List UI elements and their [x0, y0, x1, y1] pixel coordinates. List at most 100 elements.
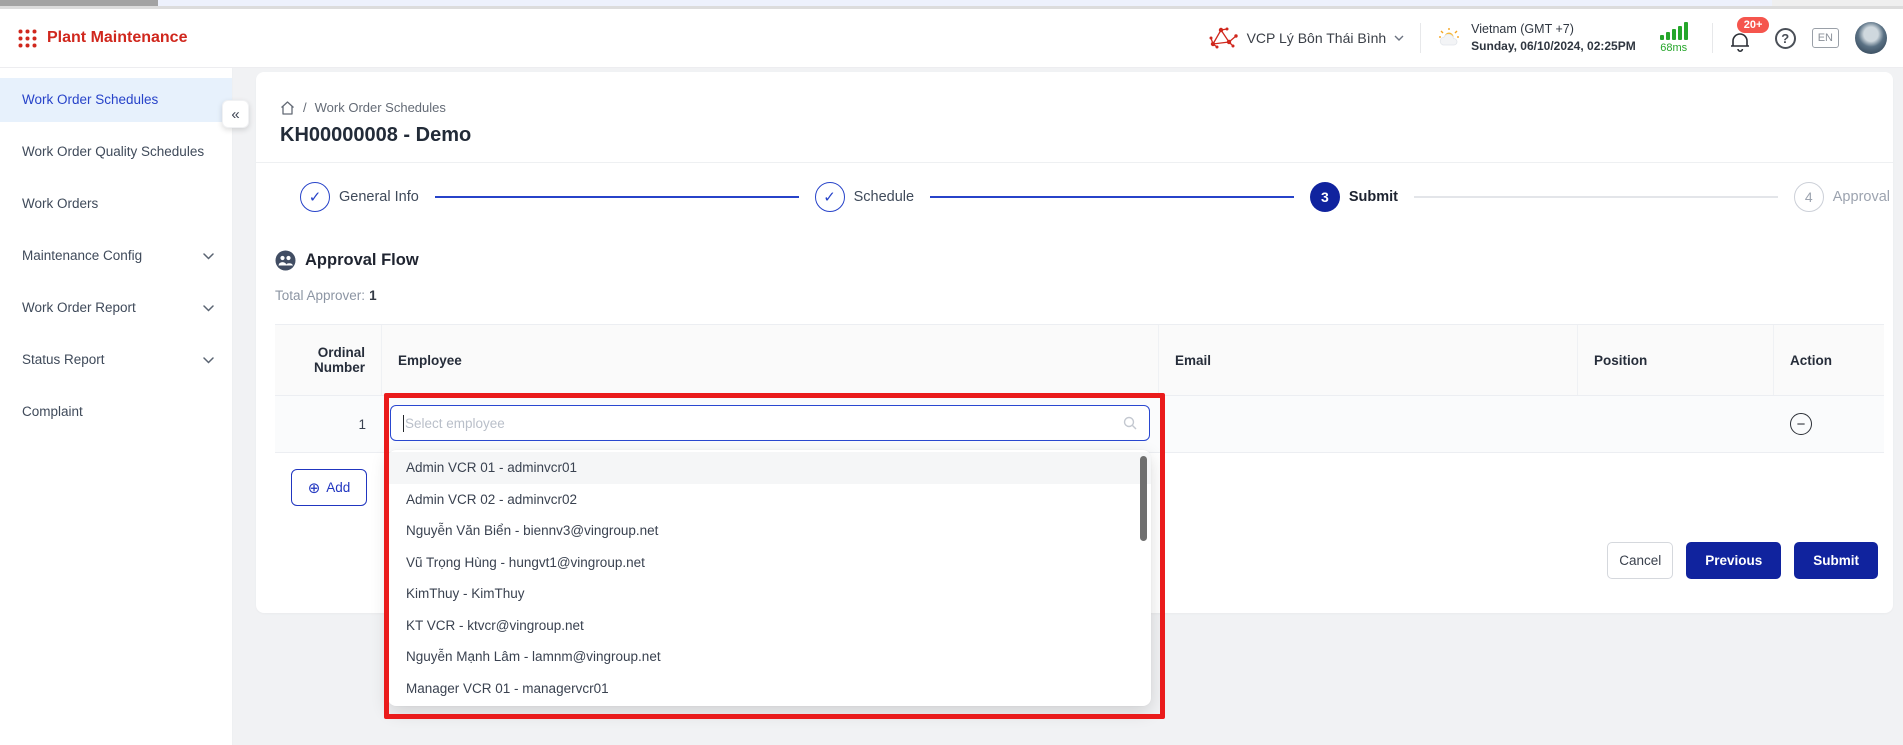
help-button[interactable]: ?	[1775, 28, 1796, 49]
employee-option-label: KT VCR - ktvcr@vingroup.net	[406, 618, 584, 633]
network-status: 68ms	[1652, 22, 1696, 54]
step-connector	[930, 196, 1294, 198]
employee-option[interactable]: Nguyễn Văn Biển - biennv3@vingroup.net	[388, 515, 1151, 547]
sidebar-item[interactable]: Work Order Quality Schedules	[0, 130, 232, 174]
submit-button[interactable]: Submit	[1794, 542, 1878, 579]
header-divider	[1420, 23, 1421, 53]
step-general-info[interactable]: ✓ General Info	[300, 182, 419, 212]
step-schedule[interactable]: ✓ Schedule	[815, 182, 914, 212]
notification-badge: 20+	[1737, 17, 1770, 33]
org-selector[interactable]: VCP Lý Bôn Thái Bình	[1209, 26, 1405, 50]
sidebar-collapse-button[interactable]: «	[222, 100, 249, 128]
employee-option-label: Nguyễn Văn Biển - biennv3@vingroup.net	[406, 523, 658, 538]
step-number-circle: 4	[1794, 182, 1824, 212]
question-mark-icon: ?	[1781, 31, 1789, 46]
sidebar-nav: Work Order Schedules Work Order Quality …	[0, 68, 233, 745]
chevron-down-icon	[203, 357, 214, 364]
bell-icon	[1729, 31, 1751, 55]
sidebar-item-label: Complaint	[22, 404, 83, 420]
sidebar-item[interactable]: Work Order Report	[0, 286, 232, 330]
step-label: Schedule	[854, 189, 914, 205]
step-connector	[1414, 196, 1778, 198]
step-submit[interactable]: 3 Submit	[1310, 182, 1398, 212]
weather-sun-cloud-icon	[1437, 27, 1463, 49]
employee-option[interactable]: Admin VCR 02 - adminvcr02	[388, 484, 1151, 516]
employee-option[interactable]: Admin VCR 01 - adminvcr01	[388, 452, 1151, 484]
breadcrumb-current[interactable]: Work Order Schedules	[315, 100, 446, 115]
employee-option-label: Nguyễn Mạnh Lâm - lamnm@vingroup.net	[406, 649, 661, 664]
app-title: Plant Maintenance	[47, 29, 187, 47]
employee-option-label: Admin VCR 01 - adminvcr01	[406, 460, 577, 475]
sidebar-item[interactable]: Complaint	[0, 390, 232, 434]
total-approver-label: Total Approver:	[275, 288, 365, 303]
cancel-button[interactable]: Cancel	[1607, 542, 1673, 579]
sidebar-item-label: Work Orders	[22, 196, 98, 212]
language-switcher[interactable]: EN	[1812, 28, 1839, 48]
chevron-down-icon	[203, 305, 214, 312]
section-title: Approval Flow	[305, 251, 419, 270]
app-window: Plant Maintenance VCP Lý Bôn Thái Bình	[0, 0, 1903, 745]
employee-option-label: Manager VCR 01 - managervcr01	[406, 681, 609, 696]
sidebar-item-label: Status Report	[22, 352, 105, 368]
check-circle-icon: ✓	[815, 182, 845, 212]
sidebar-item-label: Maintenance Config	[22, 248, 142, 264]
sidebar-item[interactable]: Maintenance Config	[0, 234, 232, 278]
employee-option[interactable]: KimThuy - KimThuy	[388, 578, 1151, 610]
dropdown-scrollbar[interactable]	[1140, 456, 1147, 541]
col-employee: Employee	[382, 325, 1159, 395]
check-circle-icon: ✓	[300, 182, 330, 212]
sidebar-item[interactable]: Work Orders	[0, 182, 232, 226]
signal-bars-icon	[1660, 22, 1688, 40]
employee-select-input[interactable]: Select employee	[390, 405, 1150, 441]
cell-ordinal: 1	[275, 396, 382, 452]
step-label: Approval	[1833, 189, 1890, 205]
sidebar-item-label: Work Order Quality Schedules	[22, 144, 204, 160]
grid-menu-icon[interactable]	[18, 29, 37, 48]
search-icon	[1123, 416, 1137, 430]
employee-option[interactable]: Manager VCR 01 - managervcr01	[388, 673, 1151, 705]
sidebar-item[interactable]: Status Report	[0, 338, 232, 382]
employee-option-label: Vũ Trọng Hùng - hungvt1@vingroup.net	[406, 555, 645, 570]
employee-option-label: Admin VCR 02 - adminvcr02	[406, 492, 577, 507]
total-approver-value: 1	[369, 288, 377, 303]
breadcrumb: / Work Order Schedules	[280, 100, 446, 115]
approval-flow-header: Approval Flow	[275, 250, 419, 271]
col-ordinal-number: Ordinal Number	[275, 325, 382, 395]
brand[interactable]: Plant Maintenance	[18, 29, 187, 48]
locale-region: Vietnam (GMT +7)	[1471, 21, 1636, 38]
latency-value: 68ms	[1660, 42, 1687, 54]
cell-action: −	[1774, 396, 1884, 452]
employee-option[interactable]: Nguyễn Mạnh Lâm - lamnm@vingroup.net	[388, 641, 1151, 673]
sidebar-item-label: Work Order Schedules	[22, 92, 158, 108]
sidebar-item-label: Work Order Report	[22, 300, 136, 316]
remove-row-button[interactable]: −	[1790, 413, 1812, 435]
breadcrumb-separator: /	[303, 100, 307, 115]
org-name: VCP Lý Bôn Thái Bình	[1247, 30, 1387, 46]
page-title: KH00000008 - Demo	[280, 124, 471, 147]
previous-button[interactable]: Previous	[1686, 542, 1781, 579]
select-placeholder: Select employee	[405, 416, 1123, 431]
notifications-button[interactable]: 20+	[1729, 21, 1759, 55]
step-label: Submit	[1349, 189, 1398, 205]
app-header: Plant Maintenance VCP Lý Bôn Thái Bình	[0, 9, 1903, 68]
minus-icon: −	[1797, 416, 1806, 433]
step-approval[interactable]: 4 Approval	[1794, 182, 1890, 212]
total-approver: Total Approver: 1	[275, 288, 377, 303]
wizard-stepper: ✓ General Info ✓ Schedule 3 Submit 4 App…	[300, 182, 1890, 212]
home-icon[interactable]	[280, 101, 295, 115]
add-button-label: Add	[326, 480, 350, 495]
col-email: Email	[1159, 325, 1578, 395]
user-avatar[interactable]	[1855, 22, 1887, 54]
locale-datetime: Sunday, 06/10/2024, 02:25PM	[1471, 38, 1636, 54]
step-number-circle: 3	[1310, 182, 1340, 212]
employee-option[interactable]: Vũ Trọng Hùng - hungvt1@vingroup.net	[388, 547, 1151, 579]
employee-option[interactable]: KT VCR - ktvcr@vingroup.net	[388, 610, 1151, 642]
chevron-down-icon	[203, 253, 214, 260]
plus-circle-icon: ⊕	[308, 479, 321, 497]
add-approver-button[interactable]: ⊕ Add	[291, 469, 367, 506]
sidebar-item[interactable]: Work Order Schedules	[0, 78, 232, 122]
employee-dropdown: Admin VCR 01 - adminvcr01 Admin VCR 02 -…	[388, 450, 1151, 706]
col-position: Position	[1578, 325, 1774, 395]
cell-email	[1159, 396, 1578, 452]
browser-chrome-strip	[0, 0, 1903, 9]
